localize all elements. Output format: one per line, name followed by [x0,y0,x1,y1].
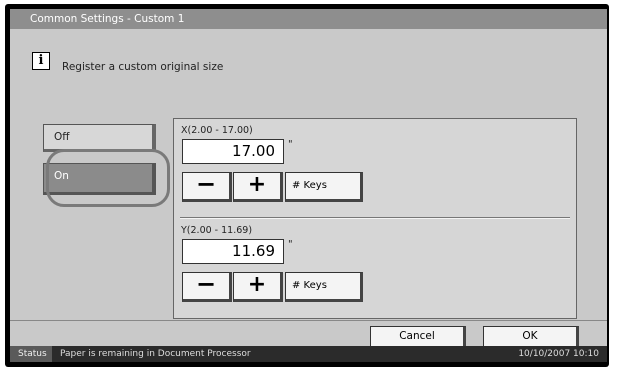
y-plus-button[interactable]: + [233,272,283,302]
x-minus-button[interactable]: − [182,172,232,202]
off-button[interactable]: Off [43,124,156,152]
status-bar: Status Paper is remaining in Document Pr… [10,346,607,362]
ok-button[interactable]: OK [483,326,579,347]
status-message: Paper is remaining in Document Processor [60,349,251,359]
title-bar: Common Settings - Custom 1 [10,9,607,29]
cancel-button[interactable]: Cancel [370,326,466,347]
status-button[interactable]: Status [10,346,52,362]
section-divider-highlight [180,218,570,219]
x-unit-label: " [288,139,293,150]
y-minus-button[interactable]: − [182,272,232,302]
info-icon: i [32,52,50,70]
action-bar: Cancel OK [10,320,607,347]
y-range-label: Y(2.00 - 11.69) [181,225,253,236]
x-plus-button[interactable]: + [233,172,283,202]
status-datetime: 10/10/2007 10:10 [518,349,599,359]
screen: Common Settings - Custom 1 i Register a … [10,9,607,347]
y-value-field[interactable]: 11.69 [182,239,284,264]
instruction-message: Register a custom original size [62,61,224,73]
x-value-field[interactable]: 17.00 [182,139,284,164]
y-keys-button[interactable]: # Keys [285,272,363,302]
x-range-label: X(2.00 - 17.00) [181,125,253,136]
size-panel: X(2.00 - 17.00) 17.00 " − + # Keys Y(2.0… [173,118,577,319]
y-unit-label: " [288,239,293,250]
on-button[interactable]: On [43,163,156,195]
x-keys-button[interactable]: # Keys [285,172,363,202]
